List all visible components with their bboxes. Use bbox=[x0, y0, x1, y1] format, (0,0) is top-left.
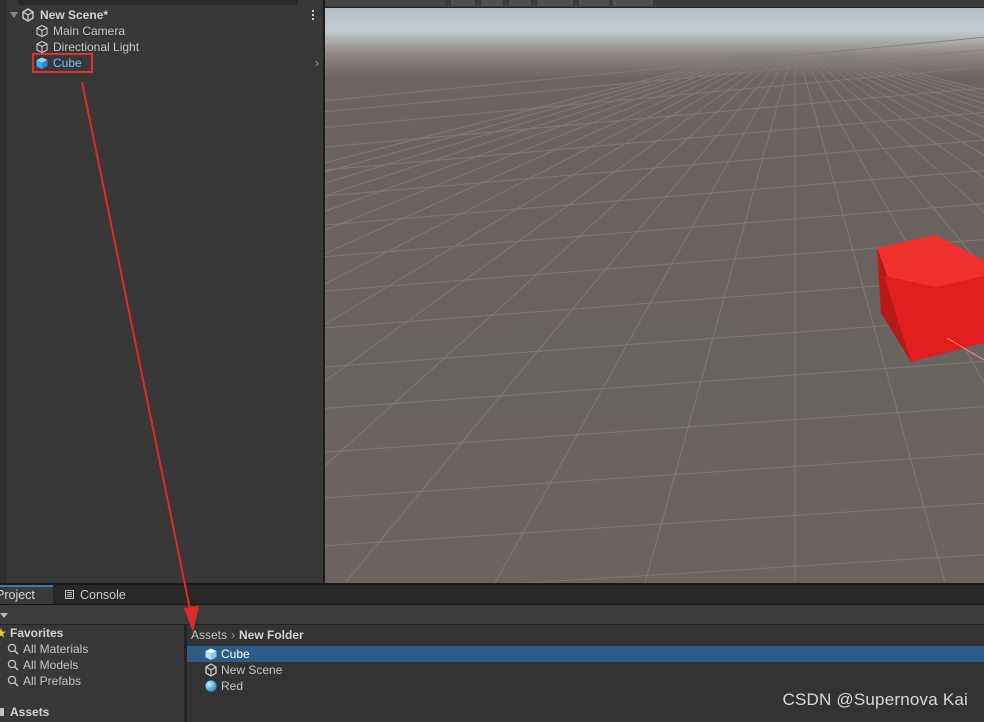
hierarchy-gutter bbox=[0, 0, 7, 583]
tab-project[interactable]: Project bbox=[0, 585, 53, 604]
grid-line bbox=[644, 55, 792, 583]
breadcrumb-separator-icon: › bbox=[231, 628, 236, 642]
project-toolbar bbox=[0, 605, 984, 625]
hierarchy-item-main-camera[interactable]: Main Camera bbox=[7, 23, 323, 39]
grid-line bbox=[325, 55, 768, 285]
foldout-arrow-icon[interactable] bbox=[10, 12, 18, 18]
breadcrumb: Assets › New Folder bbox=[191, 626, 304, 644]
grid-line bbox=[325, 453, 984, 499]
grid-line bbox=[325, 317, 984, 368]
grid-line bbox=[325, 111, 984, 171]
grid-line bbox=[325, 55, 744, 173]
star-icon bbox=[0, 628, 6, 638]
grid-line bbox=[325, 502, 984, 547]
scene-view[interactable] bbox=[325, 8, 984, 583]
annotation-highlight-box bbox=[32, 53, 93, 73]
grid-line bbox=[325, 55, 780, 467]
file-item-label: New Scene bbox=[221, 663, 283, 677]
grid-line bbox=[325, 360, 984, 409]
toolbar-visibility-toggle[interactable] bbox=[579, 0, 609, 6]
favorite-item-label: All Prefabs bbox=[23, 674, 82, 688]
file-item-label: Red bbox=[221, 679, 244, 693]
prefab-icon bbox=[205, 648, 217, 660]
search-icon bbox=[7, 643, 19, 655]
toolbar-audio-toggle[interactable] bbox=[509, 0, 531, 6]
grid-line bbox=[325, 55, 752, 197]
favorites-label: Favorites bbox=[10, 626, 64, 640]
scene-toolbar bbox=[325, 0, 984, 8]
search-icon bbox=[7, 675, 19, 687]
search-icon bbox=[7, 659, 19, 671]
toolbar-gizmos-dropdown[interactable] bbox=[613, 0, 653, 6]
file-item-cube[interactable]: Cube bbox=[187, 646, 984, 662]
folder-icon bbox=[0, 708, 4, 716]
grid-line bbox=[325, 55, 776, 382]
toolbar-effects-dropdown[interactable] bbox=[537, 0, 573, 6]
shading-mode-dropdown[interactable] bbox=[325, 0, 445, 6]
red-cube-object[interactable] bbox=[877, 235, 984, 362]
scene-menu-icon[interactable] bbox=[312, 10, 315, 21]
unity-scene-icon bbox=[205, 663, 217, 677]
hierarchy-scene-row[interactable]: New Scene* bbox=[7, 7, 323, 23]
scene-name: New Scene* bbox=[40, 8, 109, 22]
chevron-right-icon[interactable]: › bbox=[315, 55, 319, 71]
material-icon bbox=[204, 679, 218, 693]
hierarchy-item-label: Main Camera bbox=[53, 24, 126, 38]
file-item-new-scene[interactable]: New Scene bbox=[187, 662, 984, 678]
grid-line bbox=[325, 139, 984, 197]
grid-line bbox=[325, 55, 760, 231]
tab-label: Project bbox=[0, 588, 35, 602]
grid-line bbox=[325, 406, 984, 453]
breadcrumb-new-folder[interactable]: New Folder bbox=[239, 628, 304, 642]
bottom-tab-bar: Project Console bbox=[0, 585, 984, 605]
grid-line bbox=[325, 55, 740, 164]
favorite-item-label: All Models bbox=[23, 658, 79, 672]
grid-line bbox=[325, 55, 772, 325]
grid-line bbox=[519, 554, 984, 583]
grid-line bbox=[325, 49, 984, 113]
assets-folder-label: Assets bbox=[10, 705, 50, 719]
gameobject-icon bbox=[36, 40, 48, 54]
favorite-item-label: All Materials bbox=[23, 642, 89, 656]
gameobject-icon bbox=[36, 24, 48, 38]
grid-line bbox=[325, 169, 984, 226]
tab-label: Console bbox=[80, 588, 126, 602]
breadcrumb-assets[interactable]: Assets bbox=[191, 628, 227, 642]
tab-console[interactable]: Console bbox=[59, 585, 149, 604]
scene-grid bbox=[325, 36, 984, 583]
grid-line bbox=[325, 55, 756, 212]
unity-scene-icon bbox=[22, 8, 34, 22]
console-icon bbox=[65, 590, 74, 599]
file-item-label: Cube bbox=[221, 647, 250, 661]
create-dropdown-icon[interactable] bbox=[0, 613, 8, 618]
hierarchy-search-field[interactable] bbox=[18, 0, 298, 5]
toolbar-lighting-toggle[interactable] bbox=[481, 0, 503, 6]
watermark-text: CSDN @Supernova Kai bbox=[782, 690, 968, 709]
grid-line bbox=[325, 55, 764, 255]
hierarchy-panel: New Scene* Main Camera Directional Light… bbox=[0, 0, 323, 583]
project-folder-tree: Favorites All Materials All Models All P… bbox=[0, 625, 184, 722]
toolbar-2d-toggle[interactable] bbox=[451, 0, 475, 6]
grid-line bbox=[494, 55, 788, 583]
